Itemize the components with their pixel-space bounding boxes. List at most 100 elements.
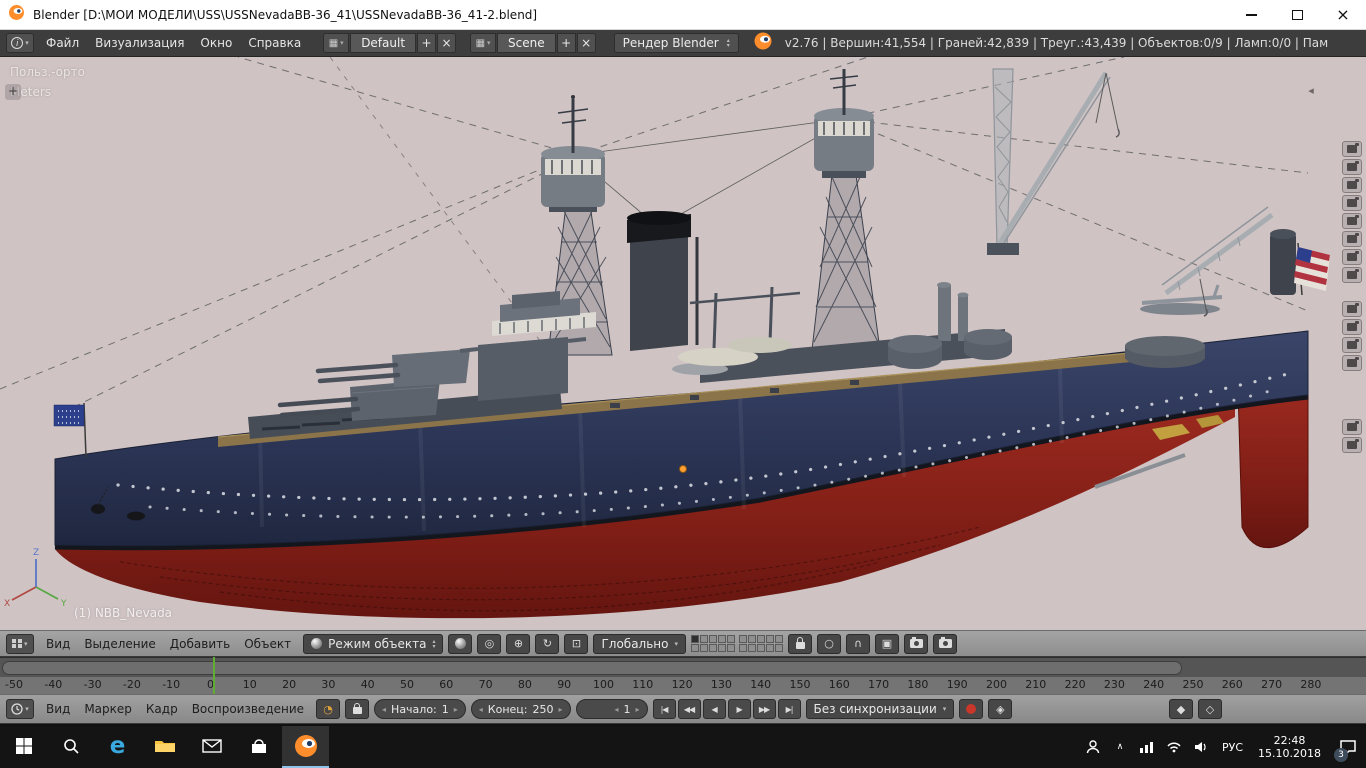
layer-toggle[interactable] bbox=[775, 635, 783, 643]
layer-toggle[interactable] bbox=[739, 635, 747, 643]
texture-tab-icon[interactable] bbox=[1342, 319, 1362, 335]
viewport-3d[interactable]: X Y Z Польз.-орто Meters (1) NBB_Nevada … bbox=[0, 57, 1366, 630]
timeline-scrub-area[interactable] bbox=[0, 657, 1366, 677]
layer-toggle[interactable] bbox=[757, 635, 765, 643]
layer-toggle[interactable] bbox=[691, 644, 699, 652]
render-engine-select[interactable]: Рендер Blender ▴ ▾ bbox=[613, 33, 739, 53]
search-button[interactable] bbox=[47, 726, 94, 768]
timeline-scrollbar[interactable] bbox=[2, 661, 1182, 675]
toolshelf-expand-tab[interactable]: + bbox=[5, 84, 21, 100]
info-menu-item[interactable]: Файл bbox=[38, 30, 87, 56]
snap-element-button[interactable]: ▣ bbox=[875, 633, 899, 654]
info-menu-item[interactable]: Окно bbox=[192, 30, 240, 56]
layer-toggle[interactable] bbox=[718, 644, 726, 652]
layer-toggle[interactable] bbox=[727, 644, 735, 652]
info-menu-item[interactable]: Визуализация bbox=[87, 30, 192, 56]
screen-delete-button[interactable]: × bbox=[437, 33, 457, 53]
blender-taskbar-button[interactable] bbox=[282, 726, 329, 768]
minimize-button[interactable] bbox=[1228, 0, 1274, 30]
object-tab-icon[interactable] bbox=[1342, 213, 1362, 229]
insert-keyframe-button[interactable]: ◆ bbox=[1169, 699, 1193, 719]
layer-toggle[interactable] bbox=[757, 644, 765, 652]
screen-layout-field[interactable]: Default bbox=[350, 33, 417, 53]
layer-toggle[interactable] bbox=[775, 644, 783, 652]
transform-orientation-select[interactable]: Глобально ▾ bbox=[593, 633, 686, 654]
material-tab-icon[interactable] bbox=[1342, 301, 1362, 317]
editor-type-3dview-button[interactable]: ▾ bbox=[6, 633, 34, 654]
maximize-button[interactable] bbox=[1274, 0, 1320, 30]
info-menu-item[interactable]: Справка bbox=[240, 30, 309, 56]
layer-toggle[interactable] bbox=[700, 644, 708, 652]
grease-pencil-tab-icon[interactable] bbox=[1342, 419, 1362, 435]
layer-toggle[interactable] bbox=[718, 635, 726, 643]
layer-toggle[interactable] bbox=[727, 635, 735, 643]
properties-expand-tab[interactable] bbox=[1304, 84, 1318, 98]
preview-range-button[interactable]: ◔ bbox=[316, 699, 341, 719]
screen-add-button[interactable]: + bbox=[417, 33, 437, 53]
scene-add-button[interactable]: + bbox=[556, 33, 576, 53]
scene-tab-icon[interactable] bbox=[1342, 177, 1362, 193]
layer-toggle[interactable] bbox=[766, 644, 774, 652]
play-button[interactable]: ▶ bbox=[727, 699, 751, 719]
history-tab-icon[interactable] bbox=[1342, 437, 1362, 453]
edge-browser-button[interactable]: e bbox=[94, 726, 141, 768]
lock-frame-button[interactable] bbox=[345, 699, 370, 719]
manipulator-rotate-button[interactable]: ↻ bbox=[535, 633, 560, 654]
layer-toggle[interactable] bbox=[748, 644, 756, 652]
timeline-region[interactable]: -50 -40 -30 -20 -10 0 10 20 30 40 50 60 70 80 90 100 110… bbox=[0, 657, 1366, 694]
frame-end-field[interactable]: Конец: 250 bbox=[470, 699, 571, 719]
keying-set-button[interactable]: ◈ bbox=[988, 699, 1013, 719]
playhead[interactable] bbox=[213, 657, 215, 694]
constraints-tab-icon[interactable] bbox=[1342, 231, 1362, 247]
scene-field[interactable]: Scene bbox=[497, 33, 556, 53]
render-tab-icon[interactable] bbox=[1342, 141, 1362, 157]
viewport-shading-button[interactable] bbox=[448, 633, 473, 654]
proportional-edit-button[interactable]: ○ bbox=[817, 633, 841, 654]
viewport-menu-item[interactable]: Выделение bbox=[77, 637, 162, 651]
auto-keyframe-record-button[interactable] bbox=[959, 699, 984, 719]
layer-toggle[interactable] bbox=[709, 644, 717, 652]
physics-tab-icon[interactable] bbox=[1342, 355, 1362, 371]
jump-end-button[interactable]: ▶| bbox=[777, 699, 801, 719]
next-keyframe-button[interactable]: ▶▶ bbox=[752, 699, 776, 719]
layer-toggle[interactable] bbox=[766, 635, 774, 643]
file-explorer-button[interactable] bbox=[141, 726, 188, 768]
lock-camera-button[interactable] bbox=[788, 633, 812, 654]
layer-toggle[interactable] bbox=[700, 635, 708, 643]
layer-toggle[interactable] bbox=[691, 635, 699, 643]
wifi-button[interactable] bbox=[1164, 726, 1184, 768]
timeline-menu-item[interactable]: Вид bbox=[39, 702, 77, 716]
current-frame-field[interactable]: 1 bbox=[575, 699, 648, 719]
timeline-menu-item[interactable]: Маркер bbox=[77, 702, 139, 716]
scene-delete-button[interactable]: × bbox=[576, 33, 596, 53]
people-button[interactable] bbox=[1083, 726, 1103, 768]
network-button[interactable] bbox=[1137, 726, 1157, 768]
editor-type-info-button[interactable]: i ▾ bbox=[6, 33, 34, 53]
viewport-menu-item[interactable]: Добавить bbox=[163, 637, 237, 651]
timeline-menu-item[interactable]: Воспроизведение bbox=[185, 702, 311, 716]
prev-keyframe-button[interactable]: ◀◀ bbox=[677, 699, 701, 719]
pivot-point-button[interactable]: ◎ bbox=[477, 633, 502, 654]
timeline-frame-ruler[interactable]: -50 -40 -30 -20 -10 0 10 20 30 40 50 60 70 80 90 100 110… bbox=[0, 677, 1366, 694]
opengl-render-anim-button[interactable] bbox=[933, 633, 957, 654]
play-reverse-button[interactable]: ◀ bbox=[702, 699, 726, 719]
manipulator-scale-button[interactable]: ⊡ bbox=[564, 633, 589, 654]
layer-toggle[interactable] bbox=[739, 644, 747, 652]
clock[interactable]: 22:48 15.10.2018 bbox=[1254, 726, 1325, 768]
sync-mode-select[interactable]: Без синхронизации ▾ bbox=[805, 699, 955, 719]
store-button[interactable] bbox=[235, 726, 282, 768]
viewport-menu-item[interactable]: Объект bbox=[237, 637, 298, 651]
object-data-tab-icon[interactable] bbox=[1342, 267, 1362, 283]
scene-browse-icon[interactable]: ▦ bbox=[470, 33, 497, 53]
viewport-canvas[interactable]: X Y Z bbox=[0, 57, 1366, 630]
hidden-icons-chevron[interactable]: ∧ bbox=[1110, 726, 1130, 768]
layers-widget[interactable] bbox=[691, 635, 783, 652]
opengl-render-button[interactable] bbox=[904, 633, 928, 654]
render-layers-tab-icon[interactable] bbox=[1342, 159, 1362, 175]
layer-toggle[interactable] bbox=[709, 635, 717, 643]
language-indicator[interactable]: РУС bbox=[1218, 726, 1247, 768]
mail-button[interactable] bbox=[188, 726, 235, 768]
manipulator-translate-button[interactable]: ⊕ bbox=[506, 633, 531, 654]
start-button[interactable] bbox=[0, 726, 47, 768]
close-button[interactable]: × bbox=[1320, 0, 1366, 30]
